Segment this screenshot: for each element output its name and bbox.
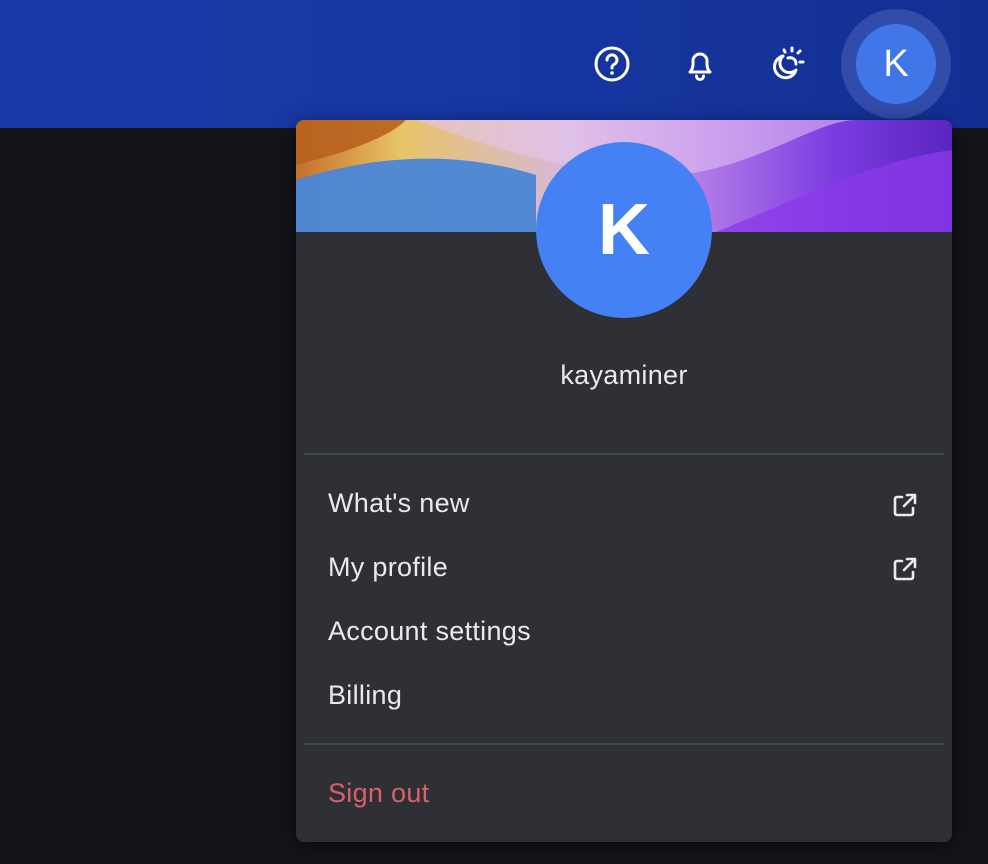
bell-icon (688, 52, 712, 81)
menu-item-account-settings[interactable]: Account settings (296, 604, 952, 660)
menu-item-my-profile[interactable]: My profile (296, 540, 952, 596)
username: kayaminer (560, 360, 688, 390)
help-circle-icon (594, 46, 630, 82)
help-button[interactable] (588, 40, 636, 88)
menu-item-label: Account settings (328, 616, 531, 646)
menu-item-label: My profile (328, 552, 449, 582)
divider (304, 743, 944, 745)
external-link-icon (893, 557, 917, 581)
external-link-icon (893, 493, 917, 517)
avatar-focus-ring: K (841, 9, 951, 119)
notifications-button[interactable] (676, 40, 724, 88)
menu-item-whats-new[interactable]: What's new (296, 476, 952, 532)
menu-item-billing[interactable]: Billing (296, 668, 952, 724)
theme-toggle-icon (773, 46, 805, 80)
divider (304, 453, 944, 455)
menu-item-label: What's new (328, 488, 470, 518)
theme-toggle-button[interactable] (762, 40, 810, 88)
account-avatar-button[interactable]: K (856, 24, 936, 104)
top-bar: K (0, 0, 988, 128)
profile-menu: K kayaminer What's new My profile Accoun… (296, 120, 952, 842)
menu-item-label: Billing (328, 680, 403, 710)
sign-out-label: Sign out (328, 778, 430, 808)
sign-out-button[interactable]: Sign out (296, 766, 952, 822)
profile-avatar: K (536, 142, 712, 318)
